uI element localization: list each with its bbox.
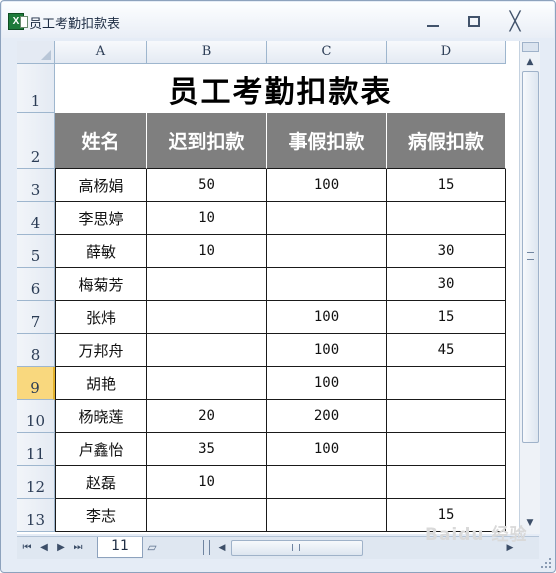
- amount-cell[interactable]: [387, 433, 506, 466]
- row-header-6[interactable]: 6: [17, 268, 55, 301]
- table-header-cell[interactable]: 迟到扣款: [147, 113, 267, 169]
- amount-cell[interactable]: [267, 466, 387, 499]
- name-cell[interactable]: 李思婷: [55, 202, 147, 235]
- first-sheet-button[interactable]: ⏮: [20, 540, 34, 556]
- row-header-8[interactable]: 8: [17, 334, 55, 367]
- amount-cell[interactable]: [267, 499, 387, 532]
- amount-cell[interactable]: 200: [267, 400, 387, 433]
- column-header-d[interactable]: D: [387, 41, 506, 64]
- minimize-icon: [427, 25, 439, 27]
- amount-cell[interactable]: 100: [267, 367, 387, 400]
- amount-cell[interactable]: [387, 202, 506, 235]
- amount-cell[interactable]: 10: [147, 466, 267, 499]
- row-header-10[interactable]: 10: [17, 400, 55, 433]
- grip-icon: [527, 252, 534, 260]
- amount-cell[interactable]: 10: [147, 235, 267, 268]
- name-cell[interactable]: 卢鑫怡: [55, 433, 147, 466]
- scroll-up-icon[interactable]: ▲: [523, 55, 537, 69]
- vertical-scroll-thumb[interactable]: [522, 71, 539, 443]
- amount-cell[interactable]: [387, 400, 506, 433]
- insert-sheet-icon[interactable]: ▱: [143, 539, 161, 555]
- amount-cell[interactable]: 100: [267, 301, 387, 334]
- row-header-11[interactable]: 11: [17, 433, 55, 466]
- row-header-4[interactable]: 4: [17, 202, 55, 235]
- sheet-title-cell[interactable]: 员工考勤扣款表: [55, 64, 506, 113]
- resize-grip-icon[interactable]: [540, 557, 552, 569]
- amount-cell[interactable]: [387, 466, 506, 499]
- close-icon: ╳: [509, 11, 521, 32]
- amount-cell[interactable]: [147, 334, 267, 367]
- last-sheet-button[interactable]: ⏭: [71, 540, 85, 556]
- name-cell[interactable]: 胡艳: [55, 367, 147, 400]
- table-header-cell[interactable]: 病假扣款: [387, 113, 506, 169]
- amount-cell[interactable]: 15: [387, 301, 506, 334]
- row-header-1[interactable]: 1: [17, 64, 55, 113]
- close-button[interactable]: ╳: [502, 12, 528, 32]
- maximize-icon: [468, 16, 480, 27]
- amount-cell[interactable]: [147, 268, 267, 301]
- table-header-cell[interactable]: 事假扣款: [267, 113, 387, 169]
- amount-cell[interactable]: [147, 367, 267, 400]
- prev-sheet-button[interactable]: ◀: [37, 540, 51, 556]
- amount-cell[interactable]: 45: [387, 334, 506, 367]
- amount-cell[interactable]: [267, 268, 387, 301]
- name-cell[interactable]: 万邦舟: [55, 334, 147, 367]
- table-header-cell[interactable]: 姓名: [55, 113, 147, 169]
- amount-cell[interactable]: 10: [147, 202, 267, 235]
- row-header-13[interactable]: 13: [17, 499, 55, 532]
- maximize-button[interactable]: [462, 12, 488, 32]
- next-sheet-button[interactable]: ▶: [54, 540, 68, 556]
- amount-cell[interactable]: [147, 301, 267, 334]
- excel-app-icon: X: [8, 13, 28, 30]
- name-cell[interactable]: 李志: [55, 499, 147, 532]
- amount-cell[interactable]: 100: [267, 433, 387, 466]
- vertical-split-handle[interactable]: [522, 42, 539, 52]
- minimize-button[interactable]: [420, 12, 446, 32]
- excel-window: X 员工考勤扣款表 ╳ 员工考勤扣款表 A B C D 1 2 3 4 5 6 7 8 9 10 11 12 1…: [0, 0, 556, 573]
- column-header-b[interactable]: B: [147, 41, 267, 64]
- amount-cell[interactable]: 30: [387, 268, 506, 301]
- row-header-3[interactable]: 3: [17, 169, 55, 202]
- name-cell[interactable]: 赵磊: [55, 466, 147, 499]
- select-all-corner[interactable]: [17, 41, 55, 64]
- row-header-12[interactable]: 12: [17, 466, 55, 499]
- amount-cell[interactable]: [147, 499, 267, 532]
- amount-cell[interactable]: 35: [147, 433, 267, 466]
- amount-cell[interactable]: 20: [147, 400, 267, 433]
- name-cell[interactable]: 高杨娟: [55, 169, 147, 202]
- amount-cell[interactable]: 15: [387, 169, 506, 202]
- sheet-tab-active[interactable]: 11: [97, 537, 143, 558]
- name-cell[interactable]: 梅菊芳: [55, 268, 147, 301]
- amount-cell[interactable]: [267, 202, 387, 235]
- vertical-scrollbar[interactable]: ▲ ▼: [519, 41, 540, 534]
- amount-cell[interactable]: [387, 367, 506, 400]
- spreadsheet-grid[interactable]: 员工考勤扣款表 A B C D 1 2 3 4 5 6 7 8 9 10 11 12 13 姓名 迟到扣款 事假扣款病…: [17, 41, 519, 534]
- row-header-2[interactable]: 2: [17, 113, 55, 169]
- title-bar[interactable]: X 员工考勤扣款表 ╳: [2, 2, 554, 38]
- amount-cell[interactable]: 50: [147, 169, 267, 202]
- column-header-c[interactable]: C: [267, 41, 387, 64]
- window-title: 员工考勤扣款表: [29, 17, 121, 32]
- name-cell[interactable]: 张炜: [55, 301, 147, 334]
- scroll-left-icon[interactable]: ◀: [215, 540, 229, 556]
- amount-cell[interactable]: 30: [387, 235, 506, 268]
- amount-cell[interactable]: [267, 235, 387, 268]
- name-cell[interactable]: 杨晓莲: [55, 400, 147, 433]
- row-header-9[interactable]: 9: [17, 367, 55, 400]
- row-header-5[interactable]: 5: [17, 235, 55, 268]
- name-cell[interactable]: 薛敏: [55, 235, 147, 268]
- horizontal-scroll-thumb[interactable]: [231, 540, 363, 556]
- column-header-a[interactable]: A: [55, 41, 147, 64]
- amount-cell[interactable]: 100: [267, 169, 387, 202]
- row-header-7[interactable]: 7: [17, 301, 55, 334]
- watermark: Baidu 经验: [425, 525, 528, 545]
- horizontal-split-handle[interactable]: [203, 540, 210, 555]
- amount-cell[interactable]: 100: [267, 334, 387, 367]
- grip-icon: [292, 544, 300, 551]
